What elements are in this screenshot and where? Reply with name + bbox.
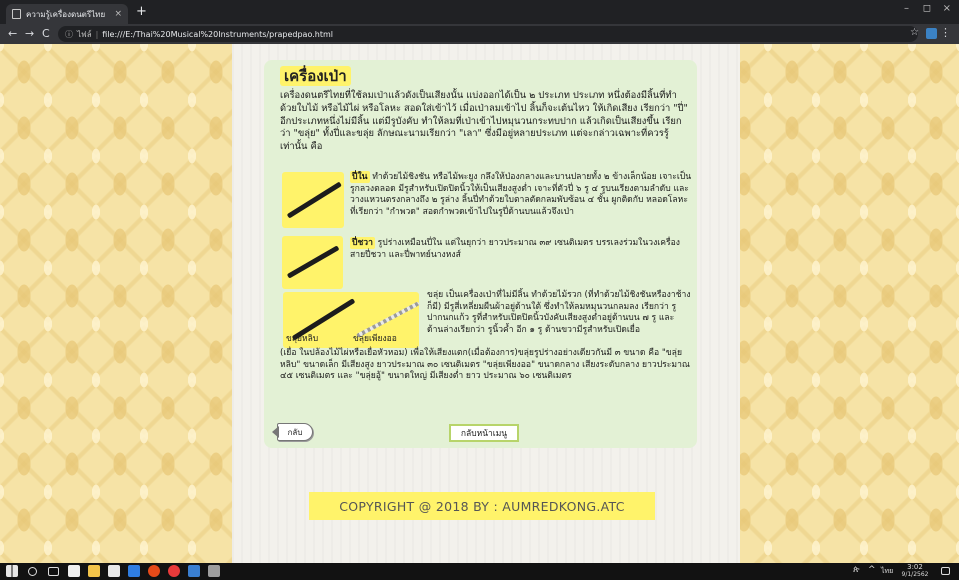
- khlui-name: ขลุ่ย: [427, 290, 444, 300]
- pi-nai-text: ทำด้วยไม้ชิงชัน หรือไม้พะยูง กลึงให้ป่อง…: [350, 172, 692, 217]
- paint-icon[interactable]: [208, 565, 220, 577]
- task-view-icon[interactable]: [48, 567, 59, 576]
- minimize-button[interactable]: –: [904, 3, 909, 14]
- window-close-button[interactable]: ×: [943, 3, 951, 14]
- extension-icon[interactable]: [926, 28, 937, 39]
- back-arrow-icon: [272, 426, 279, 438]
- opera-icon[interactable]: [168, 565, 180, 577]
- word-icon[interactable]: [188, 565, 200, 577]
- clock-date: 9/1/2562: [901, 571, 929, 578]
- address-url[interactable]: file:///E:/Thai%20Musical%20Instruments/…: [102, 30, 333, 39]
- back-button[interactable]: กลับ: [272, 423, 313, 441]
- khlui-text: เป็นเครื่องเป่าที่ไม่มีลิ้น ทำด้วยไม้รวก…: [427, 290, 691, 335]
- windows-taskbar: ጵ ^ ไทย 3:02 9/1/2562: [0, 563, 959, 580]
- close-tab-icon[interactable]: ×: [114, 9, 122, 19]
- page-icon: [12, 9, 21, 19]
- address-separator: |: [95, 29, 99, 39]
- pi-nai-paragraph: ปี่ใน ทำด้วยไม้ชิงชัน หรือไม้พะยูง กลึงใ…: [350, 171, 692, 218]
- pi-chawa-instrument: [286, 245, 340, 279]
- tray-chevron-icon[interactable]: ^: [868, 566, 876, 575]
- bag-icon[interactable]: [108, 565, 120, 577]
- file-explorer-icon[interactable]: [88, 565, 100, 577]
- tab-title: ความรู้เครื่องดนตรีไทย: [26, 9, 106, 19]
- people-icon[interactable]: ጵ: [853, 566, 860, 575]
- notifications-icon[interactable]: [941, 567, 950, 575]
- khlui-phiang-o-label: ขลุ่ยเพียงออ: [353, 334, 397, 344]
- reload-icon[interactable]: C: [42, 26, 50, 42]
- page-title: เครื่องเป่า: [280, 66, 351, 86]
- maximize-button[interactable]: ◻: [923, 3, 931, 14]
- clock[interactable]: 3:02 9/1/2562: [900, 563, 930, 579]
- firefox-icon[interactable]: [148, 565, 160, 577]
- khlui-image: ขลุ่ยหลิบ ขลุ่ยเพียงออ: [283, 292, 419, 348]
- start-icon[interactable]: [6, 565, 18, 577]
- browser-menu-icon[interactable]: ⋮: [940, 26, 951, 39]
- store-icon[interactable]: [68, 565, 80, 577]
- back-button-label: กลับ: [287, 427, 303, 437]
- intro-paragraph: เครื่องดนตรีไทยที่ใช้ลมเป่าแล้วดังเป็นเส…: [280, 90, 688, 153]
- browser-titlebar: ความรู้เครื่องดนตรีไทย × + – ◻ ×: [0, 0, 959, 24]
- forward-arrow-icon[interactable]: →: [25, 26, 34, 42]
- khlui-continued-paragraph: (เยื่อ ในปล้องไม้ไผ่หรือเยื่อหัวหอม) เพื…: [280, 348, 690, 381]
- edge-icon[interactable]: [128, 565, 140, 577]
- back-arrow-icon[interactable]: ←: [8, 26, 17, 42]
- new-tab-button[interactable]: +: [136, 4, 147, 20]
- pi-chawa-text: รูปร่างเหมือนปี่ใน แต่ในยุกว่า ยาวประมาณ…: [350, 238, 680, 260]
- language-indicator[interactable]: ไทย: [881, 568, 893, 575]
- pi-chawa-image: [282, 236, 343, 289]
- browser-toolbar: ← → C ⓘ ไฟล์ | file:///E:/Thai%20Musical…: [0, 24, 959, 44]
- khlui-paragraph: ขลุ่ย เป็นเครื่องเป่าที่ไม่มีลิ้น ทำด้วย…: [427, 290, 693, 336]
- browser-tab[interactable]: ความรู้เครื่องดนตรีไทย ×: [6, 4, 128, 24]
- pi-nai-instrument: [286, 181, 342, 219]
- pi-nai-name: ปี่ใน: [350, 171, 370, 183]
- khlui-lip-label: ขลุ่ยหลิบ: [286, 334, 319, 344]
- back-to-menu-button[interactable]: กลับหน้าเมนู: [449, 424, 519, 442]
- pi-nai-image: [282, 172, 344, 228]
- bookmark-star-icon[interactable]: ☆: [910, 27, 919, 38]
- info-icon[interactable]: ⓘ: [65, 29, 73, 40]
- clock-time: 3:02: [907, 563, 923, 571]
- pi-chawa-paragraph: ปี่ชวา รูปร่างเหมือนปี่ใน แต่ในยุกว่า ยา…: [350, 237, 692, 261]
- pi-chawa-name: ปี่ชวา: [350, 237, 375, 249]
- address-security-label: ไฟล์: [77, 29, 92, 39]
- copyright-footer: COPYRIGHT @ 2018 BY : AUMREDKONG.ATC: [309, 492, 655, 520]
- search-icon[interactable]: [28, 567, 37, 576]
- address-bar[interactable]: ⓘ ไฟล์ | file:///E:/Thai%20Musical%20Ins…: [58, 26, 918, 42]
